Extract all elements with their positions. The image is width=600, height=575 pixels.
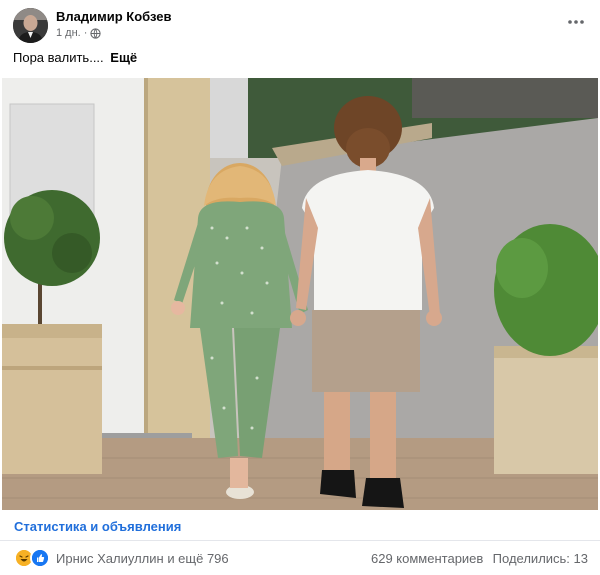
post-meta: 1 дн. · bbox=[56, 27, 102, 39]
author-avatar[interactable] bbox=[13, 8, 48, 43]
post-message: Пора валить.... Ещё bbox=[13, 50, 137, 65]
reactions-summary[interactable]: Ирнис Халиуллин и ещё 796 bbox=[14, 548, 229, 568]
insights-link[interactable]: Статистика и объявления bbox=[14, 519, 181, 534]
post-photo[interactable] bbox=[2, 78, 598, 510]
more-horizontal-icon bbox=[568, 20, 584, 24]
comments-count[interactable]: 629 комментариев bbox=[371, 551, 483, 566]
post-message-text: Пора валить.... bbox=[13, 50, 104, 65]
like-icon bbox=[30, 548, 50, 568]
globe-icon bbox=[90, 27, 102, 39]
author-name[interactable]: Владимир Кобзев bbox=[56, 9, 172, 24]
see-more-link[interactable]: Ещё bbox=[110, 50, 137, 65]
meta-separator: · bbox=[83, 27, 88, 39]
post-header: Владимир Кобзев 1 дн. · bbox=[0, 0, 600, 46]
engagement-bar: Ирнис Халиуллин и ещё 796 629 комментари… bbox=[0, 544, 600, 572]
reactors-text: Ирнис Халиуллин и ещё 796 bbox=[56, 550, 229, 566]
insights-bar: Статистика и объявления bbox=[0, 511, 600, 541]
shares-count[interactable]: Поделились: 13 bbox=[493, 551, 588, 566]
more-options-button[interactable] bbox=[564, 10, 588, 34]
post-timestamp[interactable]: 1 дн. bbox=[56, 27, 81, 39]
